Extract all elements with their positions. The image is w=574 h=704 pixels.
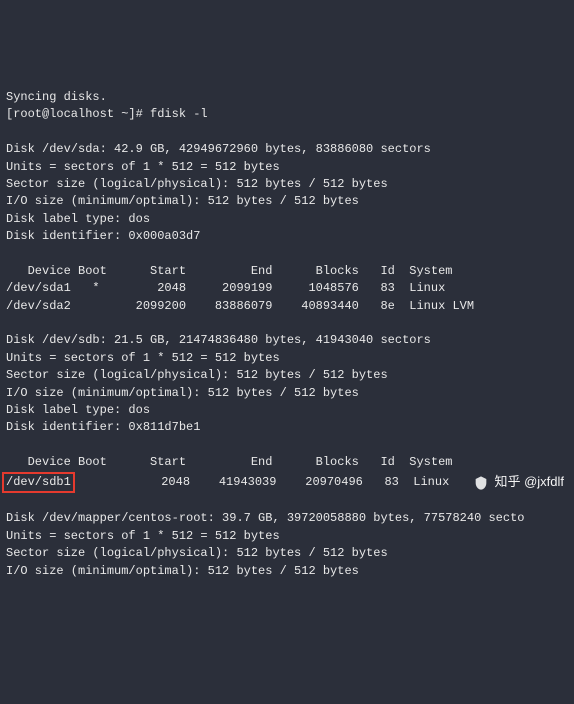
sda-label-type: Disk label type: dos <box>6 212 150 226</box>
sdb-table-header: Device Boot Start End Blocks Id System <box>6 455 452 469</box>
sda-io-size: I/O size (minimum/optimal): 512 bytes / … <box>6 194 359 208</box>
sda-row-2: /dev/sda2 2099200 83886079 40893440 8e L… <box>6 299 474 313</box>
watermark: 知乎 @jxfdlf <box>473 473 564 492</box>
watermark-text: 知乎 @jxfdlf <box>494 473 564 492</box>
sda-sector-size: Sector size (logical/physical): 512 byte… <box>6 177 388 191</box>
sdb-sector-size: Sector size (logical/physical): 512 byte… <box>6 368 388 382</box>
zhihu-icon <box>473 475 489 491</box>
sda-units: Units = sectors of 1 * 512 = 512 bytes <box>6 160 280 174</box>
sdb-disk-header: Disk /dev/sdb: 21.5 GB, 21474836480 byte… <box>6 333 431 347</box>
shell-prompt: [root@localhost ~]# fdisk -l <box>6 107 208 121</box>
mapper-units: Units = sectors of 1 * 512 = 512 bytes <box>6 529 280 543</box>
sdb-label-type: Disk label type: dos <box>6 403 150 417</box>
sdb-io-size: I/O size (minimum/optimal): 512 bytes / … <box>6 386 359 400</box>
terminal-output: Syncing disks. [root@localhost ~]# fdisk… <box>0 70 574 582</box>
sdb-units: Units = sectors of 1 * 512 = 512 bytes <box>6 351 280 365</box>
sda-row-1: /dev/sda1 * 2048 2099199 1048576 83 Linu… <box>6 281 445 295</box>
sda-identifier: Disk identifier: 0x000a03d7 <box>6 229 200 243</box>
sdb-row-1-rest: 2048 41943039 20970496 83 Linux <box>75 475 449 489</box>
sda-table-header: Device Boot Start End Blocks Id System <box>6 264 452 278</box>
sdb-row-1-device-highlight: /dev/sdb1 <box>2 472 75 493</box>
mapper-sector-size: Sector size (logical/physical): 512 byte… <box>6 546 388 560</box>
sdb-identifier: Disk identifier: 0x811d7be1 <box>6 420 200 434</box>
sda-disk-header: Disk /dev/sda: 42.9 GB, 42949672960 byte… <box>6 142 431 156</box>
mapper-io-size: I/O size (minimum/optimal): 512 bytes / … <box>6 564 359 578</box>
mapper-disk-header: Disk /dev/mapper/centos-root: 39.7 GB, 3… <box>6 511 524 525</box>
line-syncing: Syncing disks. <box>6 90 107 104</box>
